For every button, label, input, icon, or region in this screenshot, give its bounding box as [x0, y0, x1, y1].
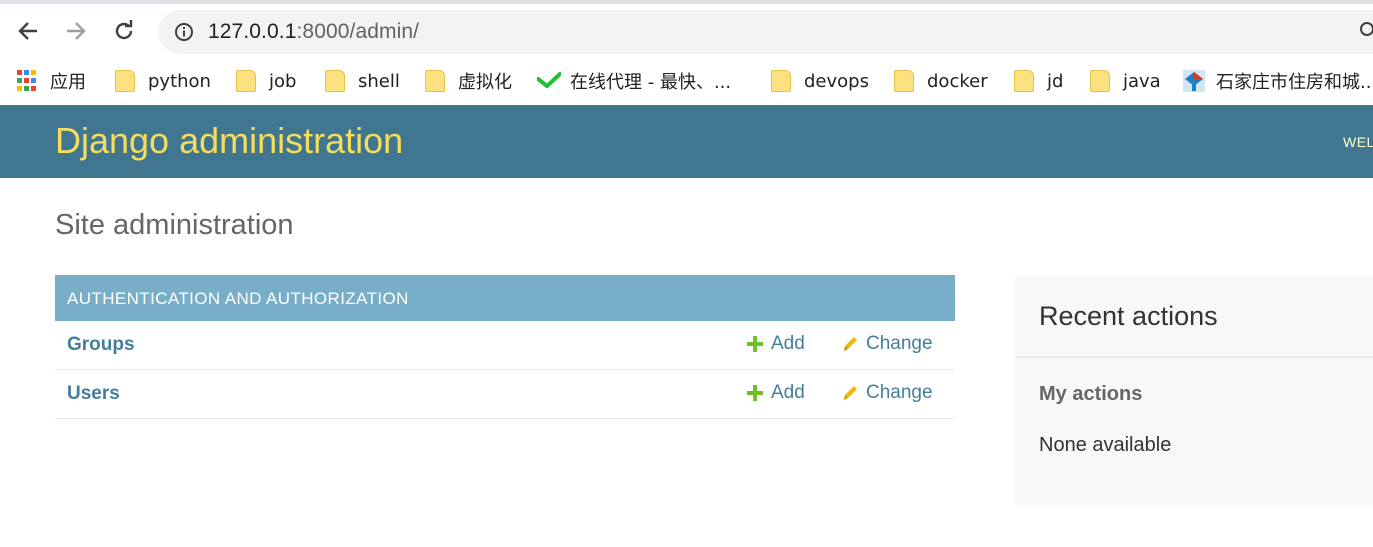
- model-row-users: Users Add Change: [55, 370, 955, 419]
- folder-icon: [894, 70, 914, 92]
- model-row-groups: Groups Add Change: [55, 321, 955, 370]
- url-host: 127.0.0.1: [208, 20, 297, 43]
- apps-grid-icon: [17, 70, 37, 92]
- plus-icon: [747, 336, 763, 352]
- folder-icon: [425, 70, 445, 92]
- module-caption[interactable]: AUTHENTICATION AND AUTHORIZATION: [55, 275, 955, 321]
- arrow-right-icon: [67, 22, 86, 40]
- folder-icon: [1090, 70, 1110, 92]
- folder-icon: [771, 70, 791, 92]
- add-groups-link[interactable]: Add: [747, 333, 805, 355]
- change-label: Change: [866, 333, 933, 354]
- add-label: Add: [771, 382, 805, 403]
- bookmark-housing-site[interactable]: 石家庄市住房和城...: [1183, 66, 1373, 96]
- url-text: 127.0.0.1:8000/admin/: [208, 20, 419, 44]
- bookmark-label: jd: [1047, 70, 1064, 92]
- change-users-link[interactable]: Change: [842, 382, 933, 404]
- bookmark-label: devops: [804, 70, 869, 92]
- forward-button[interactable]: [61, 16, 91, 46]
- change-groups-link[interactable]: Change: [842, 333, 933, 355]
- bookmark-label: java: [1123, 70, 1161, 92]
- site-branding[interactable]: Django administration: [55, 121, 403, 161]
- empty-actions-text: None available: [1039, 434, 1172, 456]
- folder-icon: [115, 70, 135, 92]
- bookmark-folder-java[interactable]: java: [1090, 66, 1161, 96]
- recent-actions-panel: Recent actions My actions None available: [1015, 276, 1373, 505]
- bookmark-folder-job[interactable]: job: [236, 66, 296, 96]
- check-mark-icon: [536, 70, 562, 92]
- bookmark-label: 在线代理 - 最快、...: [570, 72, 732, 93]
- model-link-groups[interactable]: Groups: [67, 334, 135, 356]
- add-label: Add: [771, 333, 805, 354]
- bookmark-label: shell: [358, 70, 400, 92]
- url-path: :8000/admin/: [296, 20, 420, 43]
- bookmark-label: 应用: [50, 72, 86, 93]
- app-module-auth: AUTHENTICATION AND AUTHORIZATION Groups …: [55, 275, 955, 419]
- reload-button[interactable]: [109, 16, 139, 46]
- bookmark-apps[interactable]: 应用: [17, 66, 86, 96]
- back-button[interactable]: [13, 16, 43, 46]
- bookmarks-bar: 应用 python job shell 虚拟化 在线代理 - 最快、... de…: [0, 58, 1373, 105]
- bookmark-folder-virtualization[interactable]: 虚拟化: [425, 66, 512, 96]
- info-icon[interactable]: [174, 22, 194, 42]
- my-actions-heading: My actions: [1039, 383, 1143, 405]
- change-label: Change: [866, 382, 933, 403]
- bookmark-label: python: [148, 70, 211, 92]
- bookmark-label: 石家庄市住房和城...: [1216, 72, 1373, 93]
- bookmark-label: docker: [927, 70, 988, 92]
- bookmark-folder-shell[interactable]: shell: [325, 66, 400, 96]
- extension-icon[interactable]: [1360, 22, 1373, 36]
- bookmark-folder-python[interactable]: python: [115, 66, 211, 96]
- bookmark-label: job: [269, 70, 297, 92]
- pencil-icon: [844, 386, 857, 400]
- reload-icon: [115, 20, 133, 40]
- pencil-icon: [844, 337, 857, 351]
- folder-icon: [325, 70, 345, 92]
- user-tools: WEL: [1343, 134, 1373, 150]
- divider: [1015, 356, 1373, 358]
- site-logo-icon: [1183, 70, 1205, 92]
- bookmark-proxy-site[interactable]: 在线代理 - 最快、...: [536, 66, 732, 96]
- add-users-link[interactable]: Add: [747, 382, 805, 404]
- bookmark-folder-docker[interactable]: docker: [894, 66, 988, 96]
- page-title: Site administration: [55, 209, 294, 241]
- address-bar[interactable]: 127.0.0.1:8000/admin/: [158, 10, 1373, 54]
- folder-icon: [1014, 70, 1034, 92]
- bookmark-folder-devops[interactable]: devops: [771, 66, 869, 96]
- plus-icon: [747, 385, 763, 401]
- model-link-users[interactable]: Users: [67, 383, 120, 405]
- recent-actions-title: Recent actions: [1039, 301, 1218, 331]
- bookmark-label: 虚拟化: [458, 72, 512, 93]
- arrow-left-icon: [18, 22, 37, 40]
- folder-icon: [236, 70, 256, 92]
- admin-header: Django administration WEL: [0, 105, 1373, 178]
- bookmark-folder-jd[interactable]: jd: [1014, 66, 1063, 96]
- browser-toolbar: 127.0.0.1:8000/admin/: [0, 0, 1373, 58]
